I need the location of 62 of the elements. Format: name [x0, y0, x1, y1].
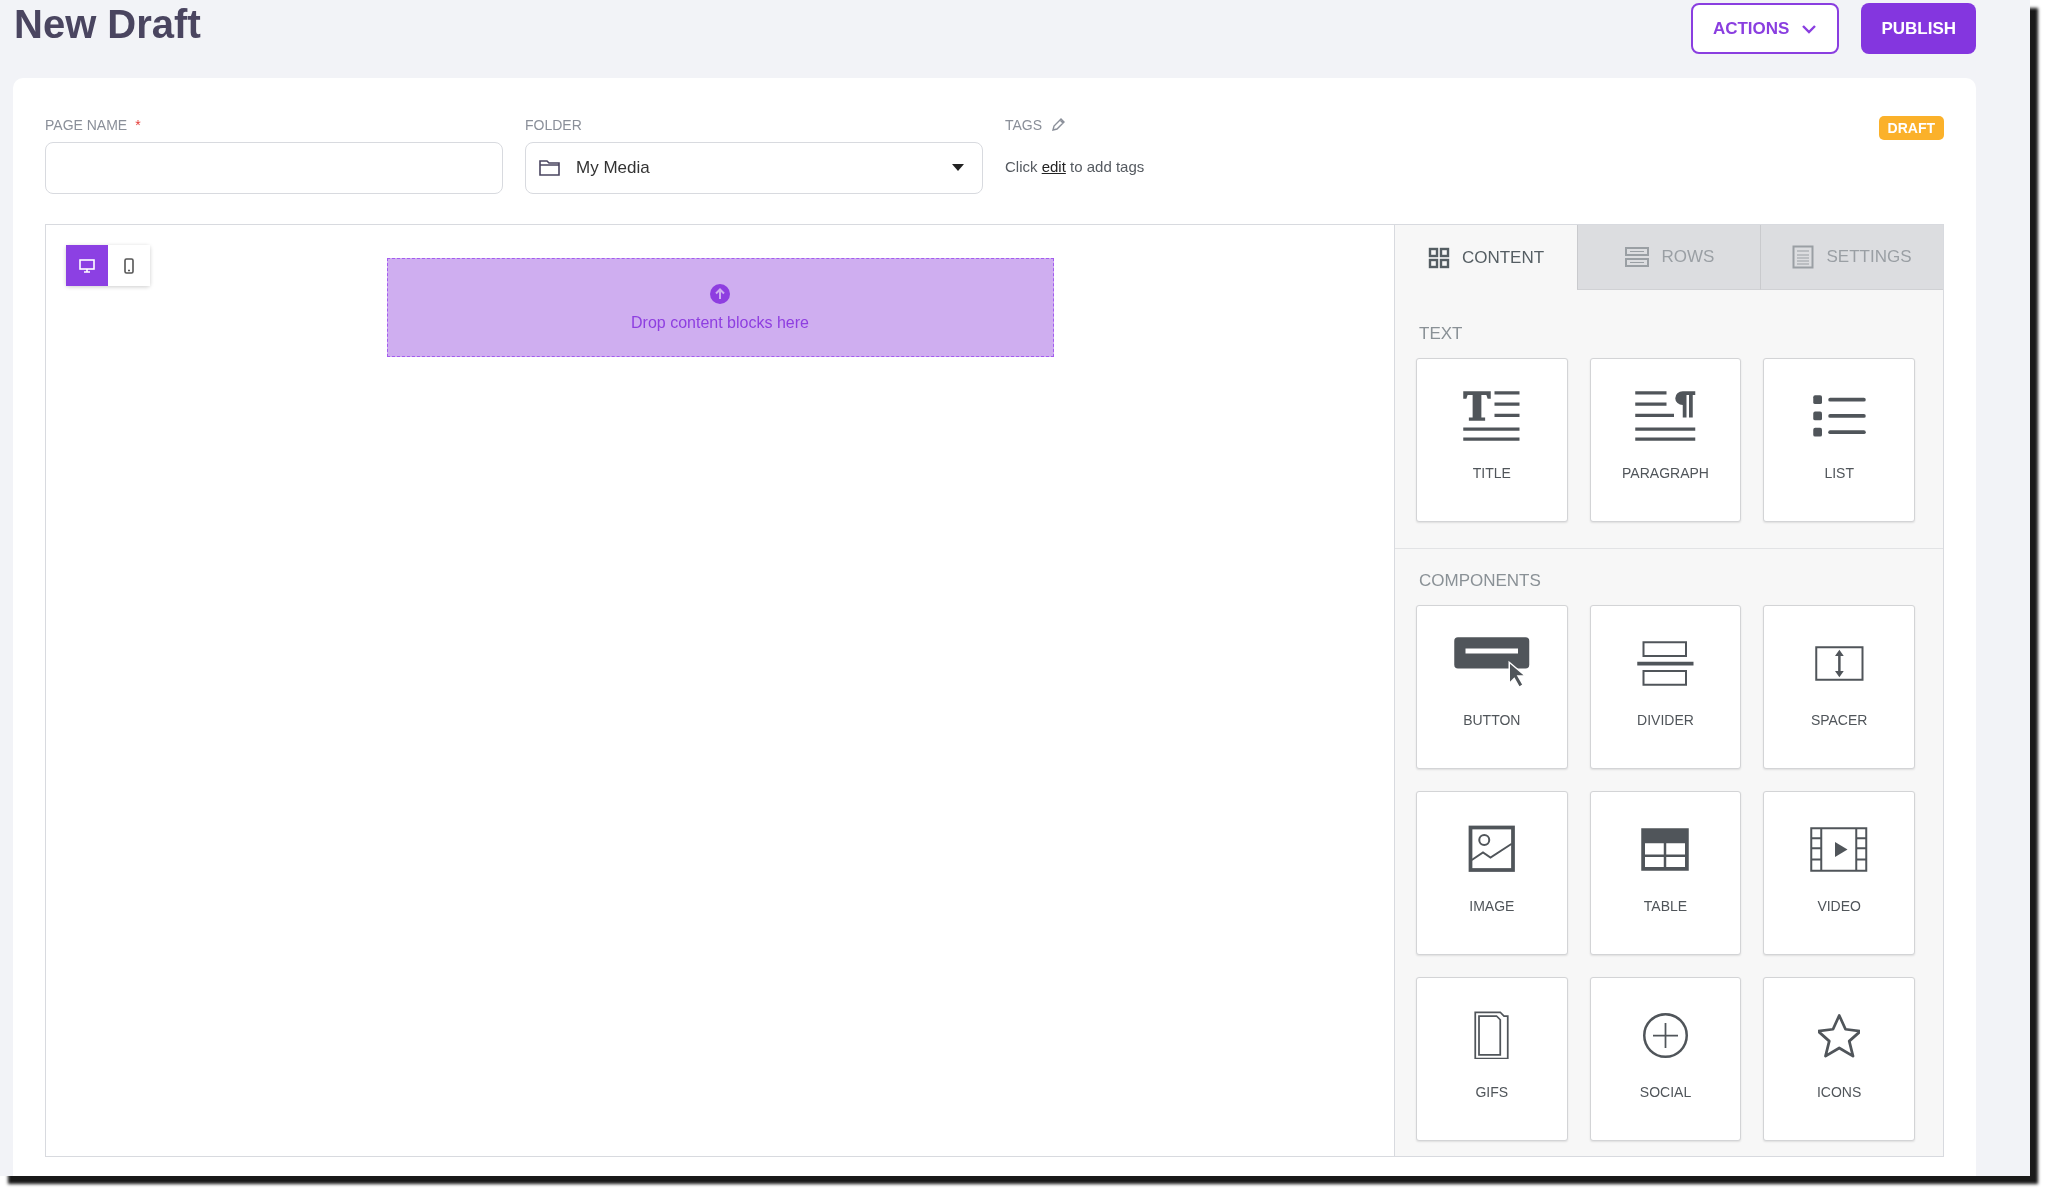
upload-icon	[710, 283, 730, 304]
content-block[interactable]: GIFS	[1416, 977, 1568, 1141]
content-block[interactable]: ICONS	[1763, 977, 1915, 1141]
content-block[interactable]: SPACER	[1763, 605, 1915, 769]
content-block[interactable]: LIST	[1763, 358, 1915, 522]
field-label: FOLDER	[525, 117, 582, 133]
block-label: SPACER	[1810, 712, 1868, 728]
device-button[interactable]	[108, 245, 150, 286]
content-block[interactable]: DIVIDER	[1589, 605, 1742, 769]
spacer-icon	[1814, 645, 1864, 681]
video-icon	[1810, 826, 1868, 872]
block-label: SOCIAL	[1639, 1084, 1692, 1100]
required-mark: *	[135, 117, 141, 133]
block-label: TITLE	[1472, 465, 1511, 481]
content-block[interactable]: IMAGE	[1416, 791, 1568, 955]
content-block[interactable]: BUTTON	[1416, 605, 1568, 769]
star-icon	[1817, 1012, 1861, 1058]
document-icon	[1792, 245, 1815, 269]
button-icon	[1453, 636, 1531, 690]
status-badge: DRAFT	[1878, 116, 1944, 140]
table-icon	[1640, 826, 1691, 872]
block-label: TABLE	[1643, 898, 1688, 914]
section-heading: COMPONENTS	[1418, 571, 1542, 591]
block-label: ICONS	[1817, 1084, 1862, 1100]
grid-icon	[1427, 246, 1450, 269]
content-block[interactable]: VIDEO	[1763, 791, 1915, 955]
section-heading: TEXT	[1418, 324, 1464, 344]
field-label: PAGE NAME	[45, 117, 128, 133]
field-label: TAGS	[1005, 117, 1043, 133]
block-label: GIFS	[1475, 1084, 1509, 1100]
divider-icon	[1636, 640, 1695, 686]
page-title: New Draft	[14, 2, 201, 47]
block-label: LIST	[1824, 465, 1854, 481]
content-block[interactable]: TITLE	[1416, 358, 1568, 522]
paragraph-icon	[1634, 389, 1697, 443]
file-icon	[1474, 1010, 1510, 1060]
rows-icon	[1623, 246, 1650, 268]
title-icon	[1462, 389, 1522, 443]
block-label: VIDEO	[1817, 898, 1861, 914]
edit-link[interactable]: edit	[1041, 158, 1066, 175]
tags-hint: Click edit to add tags	[1005, 158, 1146, 175]
content-block[interactable]: PARAGRAPH	[1589, 358, 1742, 522]
block-label: BUTTON	[1463, 712, 1521, 728]
folder-icon	[538, 158, 562, 178]
content-block[interactable]: SOCIAL	[1589, 977, 1742, 1141]
image-icon	[1468, 825, 1516, 873]
content-block[interactable]: TABLE	[1589, 791, 1742, 955]
page-name-field[interactable]	[45, 142, 503, 194]
block-label: PARAGRAPH	[1622, 465, 1709, 481]
phone-icon	[124, 257, 134, 274]
block-label: IMAGE	[1469, 898, 1515, 914]
desktop-icon	[79, 258, 95, 273]
caret-icon	[1801, 23, 1818, 34]
device-button[interactable]	[66, 245, 108, 286]
publish-button[interactable]: PUBLISH	[1861, 3, 1976, 54]
list-icon	[1811, 394, 1867, 438]
block-label: DIVIDER	[1637, 712, 1694, 728]
caret-icon	[952, 164, 964, 172]
folder-dropdown[interactable]: My Media	[525, 142, 983, 194]
pencil-icon[interactable]	[1050, 117, 1067, 133]
actions-button[interactable]: ACTIONS	[1690, 3, 1840, 54]
plus-circle-icon	[1643, 1012, 1688, 1058]
